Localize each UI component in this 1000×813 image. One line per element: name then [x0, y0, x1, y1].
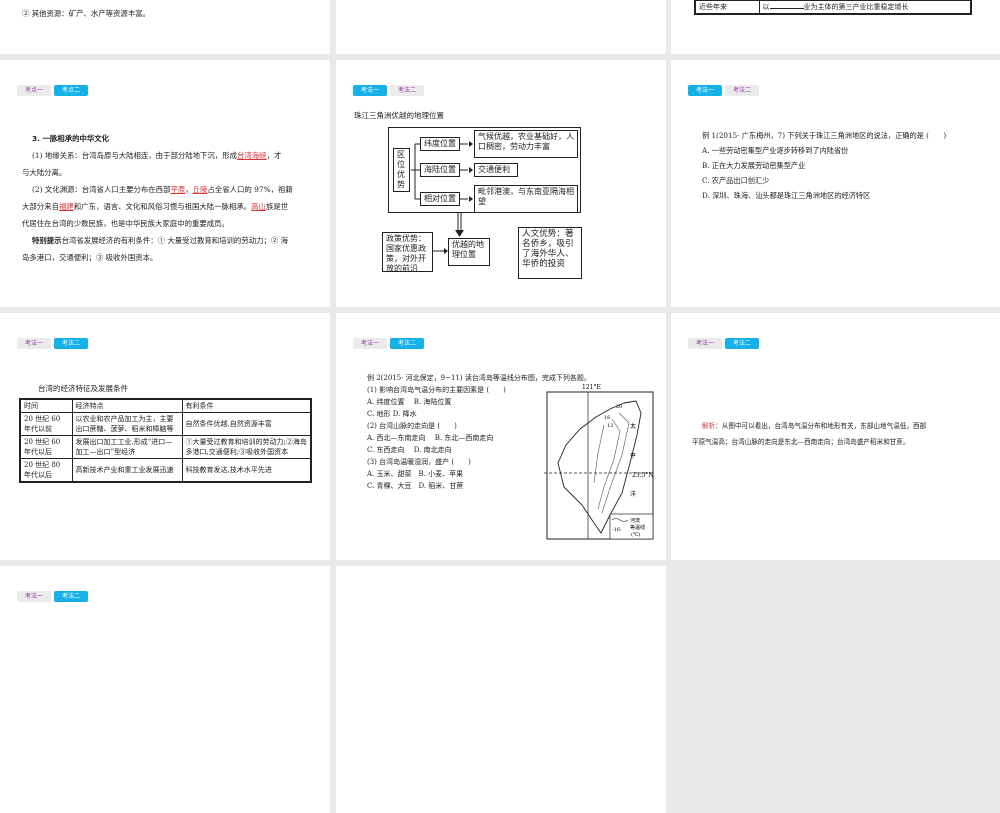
- table-header: 有利条件: [181, 398, 312, 413]
- node-relative-detail: 毗邻港澳，与东南亚隔海相望: [474, 185, 578, 213]
- slide-table-end[interactable]: 近些年来 以 业为主体的第三产业比重稳定增长: [671, 0, 1000, 54]
- table-cell: 以 业为主体的第三产业比重稳定增长: [758, 0, 972, 15]
- cell-text: 业为主体的第三产业比重稳定增长: [803, 3, 909, 11]
- slide-resources[interactable]: ② 其他资源：矿产、水产等资源丰富。: [0, 0, 330, 54]
- answer-options: A. 玉米、甜菜 B. 小麦、苹果: [367, 470, 464, 478]
- node-policy: 政策优势：国家优惠政策，对外开放的前沿: [382, 232, 433, 273]
- taiwan-outline: [557, 400, 642, 534]
- node-sea-land-detail: 交通便利: [474, 163, 518, 177]
- table-cell: 发展出口加工工业,形成“进口—加工—出口”型经济: [71, 435, 183, 459]
- tab-point-2[interactable]: 考点二: [54, 85, 88, 96]
- table-cell: 20 世纪 60 年代以后: [19, 435, 73, 459]
- slide-chinese-culture[interactable]: 考点一 考点二 3. 一脉相承的中华文化 (1) 地缘关系：台湾岛原与大陆相连，由…: [0, 60, 330, 307]
- table-row: 20 世纪 80 年代以后 高新技术产业和重工业发展迅速 科技教育发达,技术水平先进: [19, 458, 312, 483]
- table-cell: 20 世纪 80 年代以后: [19, 458, 73, 483]
- ocean-label: 洋: [630, 490, 636, 498]
- text-line: 代居住在台湾的少数民族，也是中华民族大家庭中的重要成员。: [22, 219, 229, 228]
- node-sea-land: 海陆位置: [420, 163, 460, 177]
- answer-options: A. 纬度位置 B. 海陆位置: [367, 398, 452, 406]
- node-latitude-detail: 气候优越，农业基础好，人口稠密，劳动力丰富: [474, 130, 578, 158]
- table-header: 经济特点: [71, 398, 183, 413]
- slide-example-1[interactable]: 考法一 考法二 例 1(2015· 广东梅州，7) 下列关于珠江三角洲地区的说法，…: [671, 60, 1000, 307]
- text-line: (1) 地缘关系：台湾岛原与大陆相连，由于部分陆地下沉，形成台湾海峡，才: [32, 151, 282, 160]
- isotherm-label: 12: [607, 423, 613, 429]
- tab-method-1[interactable]: 考法一: [17, 591, 51, 602]
- taiwan-isotherm-map: 121°E 20 16 12 太 平 洋 23.5°N 河流 -16- 等温线 …: [544, 384, 654, 540]
- analysis-line: 解析：从图中可以看出，台湾岛气温分布和地形有关，东部山地气温低，西部: [702, 422, 927, 430]
- text-line: 与大陆分离。: [22, 168, 67, 177]
- option-c[interactable]: C. 农产品出口创汇少: [702, 173, 769, 188]
- tab-method-2[interactable]: 考法二: [725, 85, 759, 96]
- industry-table: 近些年来 以 业为主体的第三产业比重稳定增长: [694, 0, 972, 15]
- tab-method-1[interactable]: 考法一: [353, 338, 387, 349]
- legend-river: 河流: [630, 517, 640, 524]
- slide-next[interactable]: 考法一 考法二: [0, 566, 330, 813]
- table-cell: 科技教育发达,技术水平先进: [181, 458, 312, 483]
- node-culture: 人文优势：著名侨乡，吸引了海外华人、华侨的投资: [518, 227, 582, 279]
- table-header: 时间: [19, 398, 73, 413]
- option-b[interactable]: B. 正在大力发展劳动密集型产业: [702, 158, 805, 173]
- slide-taiwan-economy[interactable]: 考法一 考法二 台湾的经济特征及发展条件 时间 经济特点 有利条件 20 世纪 60 …: [0, 313, 330, 560]
- option-d[interactable]: D. 深圳、珠海、汕头都是珠江三角洲地区的经济特区: [702, 188, 870, 203]
- table-cell: 20 世纪 60 年代以前: [19, 412, 73, 436]
- section-heading: 3. 一脉相承的中华文化: [32, 134, 110, 143]
- table-row: 20 世纪 60 年代以后 发展出口加工工业,形成“进口—加工—出口”型经济 ①大量…: [19, 435, 312, 459]
- fill-blank: [769, 8, 804, 9]
- cell-text: 以: [762, 3, 770, 11]
- text-line: 大部分来自福建和广东，语言、文化和风俗习惯与祖国大陆一脉相承。高山族是世: [22, 202, 289, 211]
- slide-analysis[interactable]: 考法一 考法二 解析：从图中可以看出，台湾岛气温分布和地形有关，东部山地气温低，西…: [671, 313, 1000, 560]
- answer-options: A. 西北—东南走向 B. 东北—西南走向: [367, 434, 494, 442]
- sub-question: (1) 影响台湾岛气温分布的主要因素是 ( ): [367, 386, 506, 394]
- legend-isotherm: 等温线: [630, 524, 645, 531]
- tab-method-2[interactable]: 考法二: [390, 338, 424, 349]
- ocean-label: 太: [630, 422, 636, 430]
- tip-line: 特别提示台湾省发展经济的有利条件：① 大量受过教育和培训的劳动力；② 海: [32, 236, 288, 245]
- answer-options: C. 青稞、大豆 D. 稻米、甘蔗: [367, 482, 464, 490]
- ocean-label: 平: [630, 453, 636, 460]
- text-line: (2) 文化渊源：台湾省人口主要分布在西部平原，丘陵占全省人口的 97%，祖籍: [32, 185, 293, 194]
- sub-question: (3) 台湾岛温暖湿润，盛产 ( ): [367, 458, 471, 466]
- tab-method-1[interactable]: 考法一: [17, 338, 51, 349]
- table-cell: ①大量受过教育和培训的劳动力;②海岛多港口,交通便利;③吸收外国资本: [181, 435, 312, 459]
- slide-next-blank[interactable]: [336, 566, 666, 813]
- economy-table: 时间 经济特点 有利条件 20 世纪 60 年代以前 以农业和农产品加工为主，主要出口…: [19, 398, 312, 483]
- table-cell: 自然条件优越,自然资源丰富: [181, 412, 312, 436]
- node-relative: 相对位置: [420, 192, 460, 206]
- text-line: ② 其他资源：矿产、水产等资源丰富。: [22, 9, 150, 18]
- tab-point-1[interactable]: 考点一: [17, 85, 51, 96]
- node-center: 优越的地理位置: [448, 238, 490, 266]
- table-cell: 近些年来: [694, 0, 760, 15]
- tab-method-1[interactable]: 考法一: [688, 85, 722, 96]
- table-title: 台湾的经济特征及发展条件: [38, 384, 128, 393]
- tab-method-2[interactable]: 考法二: [725, 338, 759, 349]
- tab-method-1[interactable]: 考法一: [688, 338, 722, 349]
- option-a[interactable]: A. 一些劳动密集型产业逐步转移到了内陆省份: [702, 143, 848, 158]
- table-row: 20 世纪 60 年代以前 以农业和农产品加工为主，主要出口蔗糖、菠萝、稻米和樟脑…: [19, 412, 312, 436]
- answer-options: C. 东西走向 D. 南北走向: [367, 446, 452, 454]
- legend-unit: (℃): [631, 531, 641, 538]
- slide-example-2[interactable]: 考法一 考法二 例 2(2015· 河北保定，9~11) 读台湾岛等温线分布图，完…: [336, 313, 666, 560]
- isotherm-label: 16: [604, 415, 610, 421]
- tip-line: 岛多港口，交通便利；③ 吸收外国资本。: [22, 253, 158, 262]
- table-cell: 以农业和农产品加工为主，主要出口蔗糖、菠萝、稻米和樟脑等: [71, 412, 183, 436]
- slide-blank[interactable]: [336, 0, 666, 54]
- sub-question: (2) 台湾山脉的走向是 ( ): [367, 422, 457, 430]
- tab-method-2[interactable]: 考法二: [54, 338, 88, 349]
- question-stem: 例 1(2015· 广东梅州，7) 下列关于珠江三角洲地区的说法，正确的是 ( …: [702, 131, 947, 140]
- latitude-label: 23.5°N: [632, 472, 654, 479]
- table-cell: 高新技术产业和重工业发展迅速: [71, 458, 183, 483]
- legend-isotherm-sample: -16-: [612, 527, 622, 533]
- isotherm-label: 20: [616, 404, 622, 410]
- longitude-label: 121°E: [582, 384, 601, 391]
- tab-method-2[interactable]: 考法二: [54, 591, 88, 602]
- slide-prd-location[interactable]: 考法一 考法二 珠江三角洲优越的地理位置 区位优势 纬度位置 气候优越，农业基础好…: [336, 60, 666, 307]
- analysis-line: 平原气温高；台湾山脉的走向是东北—西南走向；台湾岛盛产稻米和甘蔗。: [692, 438, 910, 446]
- node-latitude: 纬度位置: [420, 137, 460, 151]
- answer-options: C. 地形 D. 降水: [367, 410, 417, 418]
